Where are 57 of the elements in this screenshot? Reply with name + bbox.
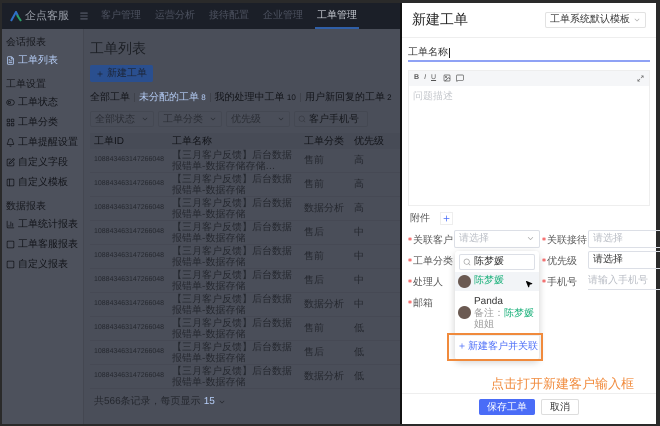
ticket-name-field[interactable]: 工单名称 — [408, 46, 650, 62]
customer-name: 陈梦媛 — [474, 275, 504, 288]
nav-tab[interactable]: 运营分析 — [153, 3, 197, 29]
ticket-name-value: 工单名称 — [408, 46, 448, 60]
phone-search-field[interactable]: 客户手机号 — [294, 111, 368, 127]
field-label: 处理人 — [413, 276, 443, 288]
field-label: 关联客户 — [413, 234, 453, 246]
create-customer-link[interactable]: 新建客户并关联 — [455, 336, 539, 357]
sidebar-item[interactable]: 自定义字段 — [6, 153, 79, 171]
field-label: 工单分类 — [413, 256, 453, 267]
sidebar-item[interactable]: 自定义报表 — [6, 255, 79, 273]
search-value: 陈梦媛 — [474, 254, 504, 270]
nav-tab[interactable]: 企业管理 — [261, 3, 305, 29]
sidebar-item[interactable]: 工单统计报表 — [6, 215, 79, 233]
customer-option[interactable]: Panda 备注：陈梦媛 姐姐 — [455, 292, 539, 333]
customer-name: Panda — [474, 296, 504, 308]
create-customer-label: 新建客户并关联 — [468, 340, 538, 354]
nav-tab[interactable]: 接待配置 — [207, 3, 251, 29]
cancel-button[interactable]: 取消 — [541, 399, 579, 416]
logo-text: 企点客服 — [25, 8, 69, 24]
ticket-tab[interactable]: 未分配的工单 8 — [139, 90, 206, 105]
save-button[interactable]: 保存工单 — [479, 399, 535, 416]
template-select[interactable]: 工单系统默认模板 — [545, 12, 646, 28]
select-field[interactable]: 请选择 — [454, 230, 540, 248]
field-label: 邮箱 — [413, 298, 433, 309]
select-field[interactable]: 请选择 — [588, 250, 660, 269]
sidebar-section-title: 工单设置 — [6, 78, 47, 91]
field-label: 关联接待 — [547, 234, 587, 246]
nav-tab[interactable]: 客户管理 — [99, 3, 143, 29]
select-placeholder: 请选择 — [593, 232, 623, 246]
customer-note: 备注：陈梦媛 姐姐 — [474, 308, 535, 330]
annotation-text: 点击打开新建客户输入框 — [491, 374, 634, 393]
sidebar-section-title: 数据报表 — [6, 200, 47, 213]
sidebar-item[interactable]: 工单状态 — [6, 93, 79, 111]
drawer-title: 新建工单 — [412, 10, 468, 30]
sidebar-item[interactable]: 工单列表 — [6, 51, 79, 69]
select-value: 请选择 — [593, 252, 623, 268]
new-ticket-button[interactable]: 新建工单 — [90, 65, 153, 82]
ticket-tab[interactable]: 用户新回复的工单 2 — [304, 90, 392, 105]
field-label: 手机号 — [547, 276, 577, 288]
attachment-label: 附件 — [409, 212, 430, 226]
field-label: 优先级 — [547, 256, 577, 267]
select-placeholder: 请选择 — [459, 232, 489, 246]
editor-placeholder: 问题描述 — [412, 90, 454, 104]
customer-search-field[interactable]: 陈梦媛 — [459, 254, 535, 270]
sidebar-item[interactable]: 工单客服报表 — [6, 235, 79, 253]
ticket-tab[interactable]: 我的处理中工单 10 — [214, 90, 296, 105]
sidebar-item[interactable]: 工单提醒设置 — [6, 133, 79, 151]
select-field[interactable]: 请选择 — [588, 230, 660, 248]
phone-input[interactable]: 请输入手机号 — [588, 272, 660, 290]
page-size[interactable]: 15 — [204, 394, 215, 409]
customer-option[interactable]: 陈梦媛 — [455, 272, 539, 291]
sidebar-section-title: 会话报表 — [6, 36, 47, 49]
ticket-tab[interactable]: 全部工单 — [90, 90, 130, 105]
sidebar-item[interactable]: 工单分类 — [6, 113, 79, 131]
nav-tab[interactable]: 工单管理 — [315, 3, 359, 29]
sidebar-item[interactable]: 自定义模板 — [6, 173, 79, 191]
